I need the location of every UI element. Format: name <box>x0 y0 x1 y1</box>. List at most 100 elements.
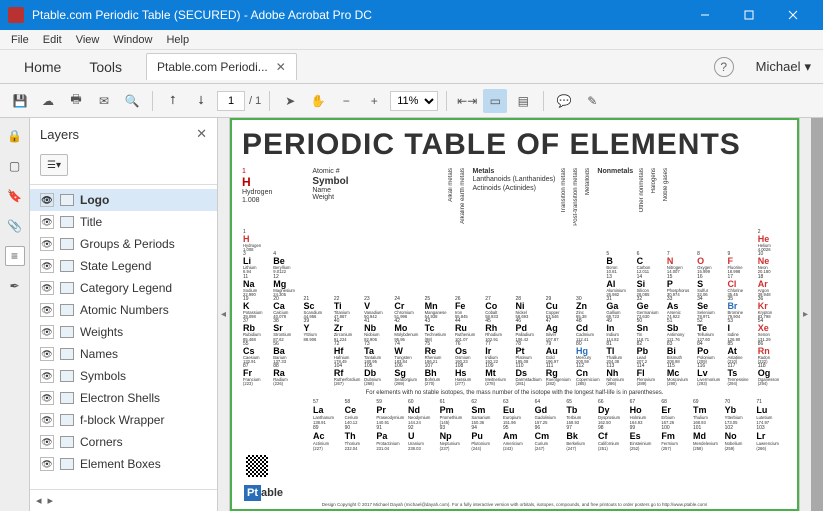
close-panel-icon[interactable]: ✕ <box>196 126 207 142</box>
collapse-right-gutter[interactable]: ▸ <box>799 118 811 511</box>
visibility-toggle[interactable]: 👁 <box>40 281 54 295</box>
layer-expand-left-icon[interactable]: ◂ <box>36 494 42 507</box>
page-input[interactable] <box>217 91 245 111</box>
visibility-toggle[interactable]: 👁 <box>40 347 54 361</box>
element-cell: 93NpNeptunium(237) <box>439 425 471 451</box>
element-cell: 19KPotassium39.098 <box>242 297 272 319</box>
element-cell: 67HoHolmium164.93 <box>629 399 661 425</box>
visibility-toggle[interactable]: 👁 <box>40 391 54 405</box>
search-icon[interactable]: 🔍 <box>120 89 144 113</box>
menu-help[interactable]: Help <box>159 32 196 48</box>
menu-file[interactable]: File <box>4 32 36 48</box>
bookmark-icon[interactable]: 🔖 <box>5 186 25 206</box>
layers-icon[interactable]: ≡ <box>5 246 25 266</box>
pointer-icon[interactable]: ➤ <box>278 89 302 113</box>
visibility-toggle[interactable]: 👁 <box>40 259 54 273</box>
tab-tools[interactable]: Tools <box>75 51 136 83</box>
layer-item[interactable]: 👁Logo <box>30 189 217 211</box>
element-cell: 52TeTellurium127.60 <box>696 319 726 341</box>
layer-icon <box>60 392 74 404</box>
tab-home[interactable]: Home <box>10 51 75 83</box>
highlight-icon[interactable]: ✎ <box>580 89 604 113</box>
layer-item[interactable]: 👁Category Legend <box>30 277 217 299</box>
menu-edit[interactable]: Edit <box>36 32 69 48</box>
element-cell: 37RbRubidium85.468 <box>242 319 272 341</box>
element-cell: 39YYttrium88.906 <box>303 319 333 341</box>
next-page-icon[interactable]: ⭣ <box>189 89 213 113</box>
layer-item[interactable]: 👁Title <box>30 211 217 233</box>
element-cell: 107BhBohrium(270) <box>424 364 454 386</box>
layer-item[interactable]: 👁Groups & Periods <box>30 233 217 255</box>
layer-item[interactable]: 👁 Atomic Numbers <box>30 299 217 321</box>
close-tab-icon[interactable]: ✕ <box>276 60 286 74</box>
visibility-toggle[interactable]: 👁 <box>40 215 54 229</box>
zoom-in-icon[interactable]: + <box>362 89 386 113</box>
email-icon[interactable]: ✉ <box>92 89 116 113</box>
layer-item[interactable]: 👁State Legend <box>30 255 217 277</box>
document-tab[interactable]: Ptable.com Periodi... ✕ <box>146 53 297 80</box>
prev-page-icon[interactable]: ⭡ <box>161 89 185 113</box>
element-cell: 94PuPlutonium(244) <box>470 425 502 451</box>
visibility-toggle[interactable]: 👁 <box>40 435 54 449</box>
element-cell: 43TcTechnetium(98) <box>424 319 454 341</box>
attachment-icon[interactable]: 📎 <box>5 216 25 236</box>
layers-options-button[interactable]: ☰▾ <box>40 154 68 176</box>
fit-page-icon[interactable]: ▭ <box>483 89 507 113</box>
help-icon[interactable]: ? <box>714 57 734 77</box>
element-cell: 27CoCobalt58.933 <box>484 297 514 319</box>
cloud-icon[interactable]: ☁ <box>36 89 60 113</box>
element-cell: 54XeXenon131.29 <box>757 319 787 341</box>
visibility-toggle[interactable]: 👁 <box>40 325 54 339</box>
read-mode-icon[interactable]: ▤ <box>511 89 535 113</box>
element-cell: 64GdGadolinium157.25 <box>534 399 566 425</box>
thumbnails-icon[interactable]: ▢ <box>5 156 25 176</box>
visibility-toggle[interactable]: 👁 <box>40 303 54 317</box>
zoom-out-icon[interactable]: − <box>334 89 358 113</box>
close-button[interactable] <box>771 0 815 30</box>
menu-window[interactable]: Window <box>106 32 159 48</box>
visibility-toggle[interactable]: 👁 <box>40 457 54 471</box>
layer-item[interactable]: 👁Symbols <box>30 365 217 387</box>
element-cell: 85AtAstatine(210) <box>726 342 756 364</box>
signatures-icon[interactable]: ✒ <box>5 276 25 296</box>
minimize-button[interactable] <box>683 0 727 30</box>
visibility-toggle[interactable]: 👁 <box>40 193 54 207</box>
document-viewport[interactable]: ◂ PERIODIC TABLE OF ELEMENTS 1 H Hydroge… <box>218 118 823 511</box>
comment-icon[interactable]: 💬 <box>552 89 576 113</box>
element-cell: 66DyDysprosium162.50 <box>597 399 629 425</box>
lock-icon[interactable]: 🔒 <box>5 126 25 146</box>
element-cell: 50SnTin118.71 <box>636 319 666 341</box>
element-cell: 115McMoscovium(290) <box>666 364 696 386</box>
layer-item[interactable]: 👁 f-block Wrapper <box>30 409 217 431</box>
hand-icon[interactable]: ✋ <box>306 89 330 113</box>
page-title: PERIODIC TABLE OF ELEMENTS <box>242 128 787 162</box>
visibility-toggle[interactable]: 👁 <box>40 237 54 251</box>
maximize-button[interactable] <box>727 0 771 30</box>
fit-width-icon[interactable]: ⇤⇥ <box>455 89 479 113</box>
window-title: Ptable.com Periodic Table (SECURED) - Ad… <box>32 8 683 22</box>
visibility-toggle[interactable]: 👁 <box>40 413 54 427</box>
print-icon[interactable]: 🖶 <box>64 89 88 113</box>
layer-item[interactable]: 👁Corners <box>30 431 217 453</box>
zoom-select[interactable]: 11% <box>390 91 438 111</box>
element-cell: 82PbLead207.2 <box>636 342 666 364</box>
element-cell: 41NbNiobium92.906 <box>363 319 393 341</box>
save-icon[interactable]: 💾 <box>8 89 32 113</box>
element-cell: 31GaGallium69.723 <box>605 297 635 319</box>
layer-item[interactable]: 👁Element Boxes <box>30 453 217 475</box>
user-menu[interactable]: Michael ▾ <box>744 59 823 75</box>
layer-item[interactable]: 👁Weights <box>30 321 217 343</box>
collapse-left-gutter[interactable]: ◂ <box>218 118 230 511</box>
layer-label: f-block Wrapper <box>80 413 164 427</box>
element-cell: 76OsOsmium190.23 <box>454 342 484 364</box>
element-cell: 106SgSeaborgium(269) <box>393 364 423 386</box>
element-cell: 20CaCalcium40.078 <box>272 297 302 319</box>
element-cell: 92UUranium238.03 <box>407 425 439 451</box>
visibility-toggle[interactable]: 👁 <box>40 369 54 383</box>
layer-item[interactable]: 👁Names <box>30 343 217 365</box>
layer-expand-right-icon[interactable]: ▸ <box>48 494 54 507</box>
layer-label: Atomic Numbers <box>80 303 169 317</box>
menu-view[interactable]: View <box>69 32 107 48</box>
element-cell: 81TlThallium204.38 <box>605 342 635 364</box>
layer-item[interactable]: 👁Electron Shells <box>30 387 217 409</box>
